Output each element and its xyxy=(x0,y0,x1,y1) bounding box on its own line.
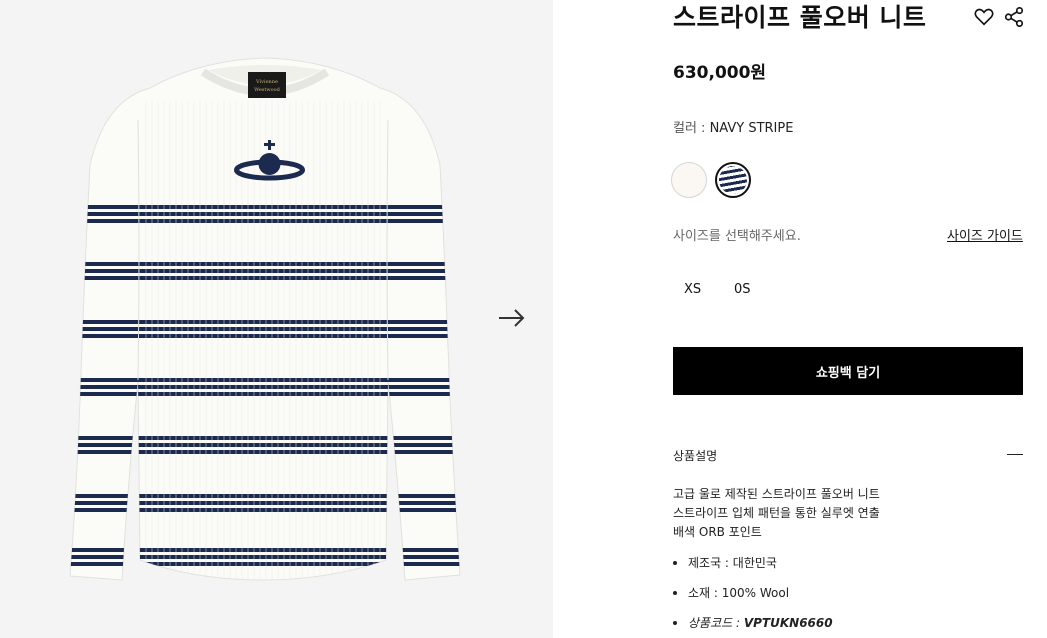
stripe xyxy=(70,548,460,552)
size-option-0s[interactable]: 0S xyxy=(734,282,751,297)
detail-label: 소재 : xyxy=(688,586,722,600)
stripe xyxy=(70,378,460,382)
color-swatch-navy-stripe[interactable] xyxy=(715,162,751,198)
color-selection-label: 컬러 : NAVY STRIPE xyxy=(673,117,793,136)
bullet-icon xyxy=(673,560,677,565)
bullet-icon xyxy=(673,620,677,625)
description-line: 고급 울로 제작된 스트라이프 풀오버 니트 xyxy=(673,487,880,501)
stripe xyxy=(70,555,460,559)
detail-value: 대한민국 xyxy=(732,556,777,570)
color-value: NAVY STRIPE xyxy=(709,121,794,136)
product-image-gallery: Vivienne Westwood xyxy=(0,0,553,638)
svg-text:Westwood: Westwood xyxy=(254,87,281,93)
navy-stripe-pattern xyxy=(719,166,747,194)
bullet-icon xyxy=(673,590,677,595)
color-label: 컬러 : xyxy=(673,121,710,136)
description-heading: 상품설명 xyxy=(673,449,718,463)
product-title: 스트라이프 풀오버 니트 xyxy=(673,3,927,32)
detail-product-code: 상품코드 : VPTUKN6660 xyxy=(673,614,833,631)
stripe xyxy=(70,269,460,273)
detail-label: 상품코드 : xyxy=(688,616,744,630)
product-info-panel: 스트라이프 풀오버 니트 630,000원 컬러 : NAVY STRIPE 사… xyxy=(553,0,1047,638)
size-option-xs[interactable]: XS xyxy=(684,282,701,297)
detail-material: 소재 : 100% Wool xyxy=(673,584,789,601)
add-to-bag-button[interactable]: 쇼핑백 담기 xyxy=(673,347,1023,395)
stripe xyxy=(70,276,460,280)
stripe xyxy=(70,262,460,266)
detail-origin: 제조국 : 대한민국 xyxy=(673,554,777,571)
size-guide-link[interactable]: 사이즈 가이드 xyxy=(947,225,1023,244)
svg-text:Vivienne: Vivienne xyxy=(255,79,278,85)
share-icon[interactable] xyxy=(1003,6,1025,28)
stripe xyxy=(70,494,460,498)
description-text: 고급 울로 제작된 스트라이프 풀오버 니트 스트라이프 입체 패턴을 통한 실… xyxy=(673,485,880,542)
stripe xyxy=(70,320,460,324)
color-swatch-ivory[interactable] xyxy=(671,162,707,198)
stripe xyxy=(70,443,460,447)
arrow-right-icon[interactable] xyxy=(496,306,528,330)
detail-value: VPTUKN6660 xyxy=(743,616,833,630)
stripe xyxy=(70,436,460,440)
stripe xyxy=(70,450,460,454)
stripe xyxy=(70,334,460,338)
product-price: 630,000원 xyxy=(673,63,767,83)
stripe xyxy=(70,385,460,389)
sweater-body xyxy=(69,57,461,581)
stripe xyxy=(70,212,460,216)
stripe xyxy=(70,501,460,505)
detail-value: 100% Wool xyxy=(721,586,790,600)
brand-label xyxy=(248,72,286,98)
product-image: Vivienne Westwood xyxy=(69,57,461,581)
description-line: 스트라이프 입체 패턴을 통한 실루엣 연출 xyxy=(673,506,880,520)
stripe xyxy=(70,205,460,209)
minus-icon[interactable] xyxy=(1007,448,1023,460)
stripe xyxy=(70,392,460,396)
detail-label: 제조국 : xyxy=(688,556,733,570)
stripe xyxy=(70,327,460,331)
stripe xyxy=(70,219,460,223)
size-prompt: 사이즈를 선택해주세요. xyxy=(673,229,801,244)
heart-icon[interactable] xyxy=(973,6,995,28)
description-line: 배색 ORB 포인트 xyxy=(673,525,762,539)
stripe xyxy=(70,508,460,512)
